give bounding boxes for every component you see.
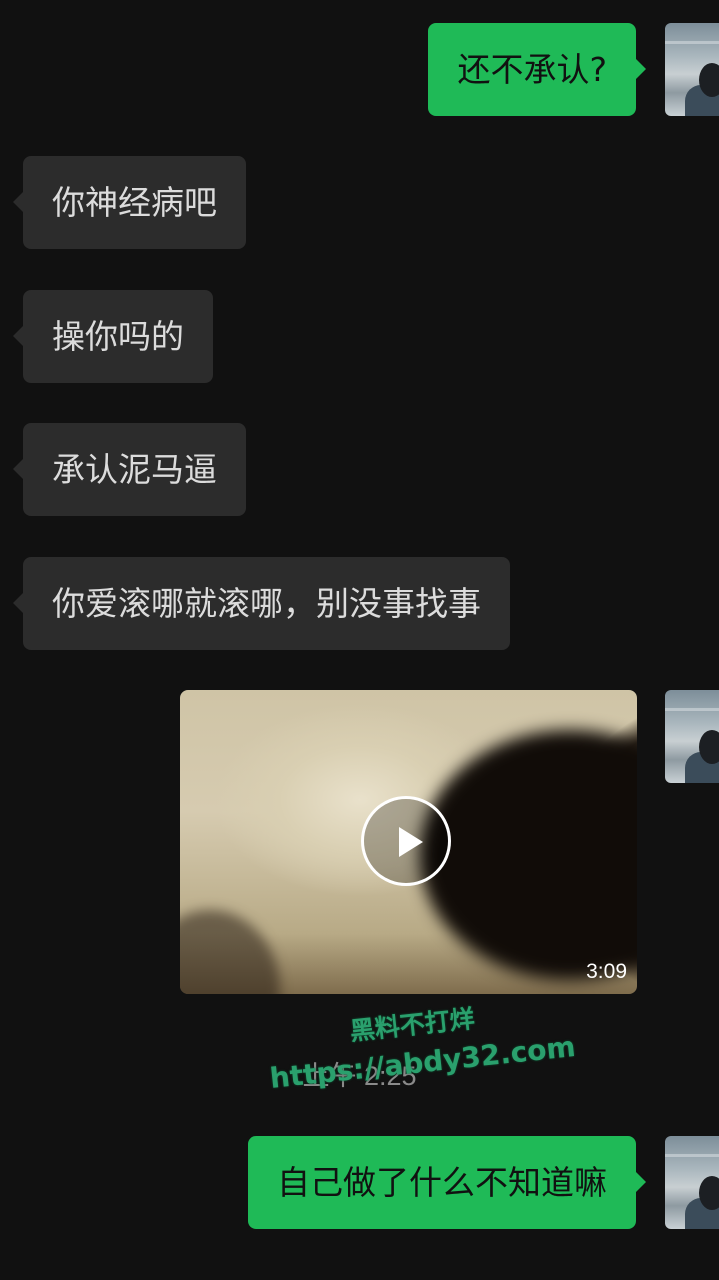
avatar-image-detail (699, 1176, 719, 1210)
message-bubble-incoming[interactable]: 你爱滚哪就滚哪，别没事找事 (13, 557, 510, 650)
avatar-image-detail (665, 708, 719, 711)
message-bubble-outgoing[interactable]: 还不承认? (428, 23, 646, 116)
avatar-image-detail (665, 41, 719, 44)
watermark-text: 黑料不打烊 (348, 1004, 477, 1046)
message-bubble-incoming[interactable]: 你神经病吧 (13, 156, 246, 249)
user-avatar[interactable] (665, 690, 719, 783)
play-icon[interactable] (361, 796, 451, 886)
chat-area: 还不承认? 你神经病吧 操你吗的 承认泥马逼 你爱滚哪就滚哪，别没事找事 3:0… (0, 0, 719, 1280)
video-thumbnail-detail (180, 910, 280, 994)
avatar-image-detail (699, 730, 719, 764)
avatar-image-detail (665, 1154, 719, 1157)
video-duration: 3:09 (586, 960, 627, 983)
message-bubble-incoming[interactable]: 承认泥马逼 (13, 423, 246, 516)
user-avatar[interactable] (665, 23, 719, 116)
avatar-image-detail (699, 63, 719, 97)
video-message[interactable]: 3:09 (180, 690, 637, 994)
message-bubble-incoming[interactable]: 操你吗的 (13, 290, 213, 383)
message-bubble-outgoing[interactable]: 自己做了什么不知道嘛 (248, 1136, 646, 1229)
user-avatar[interactable] (665, 1136, 719, 1229)
message-timestamp: 上午 2:25 (302, 1061, 417, 1091)
video-thumbnail-detail (420, 730, 637, 980)
